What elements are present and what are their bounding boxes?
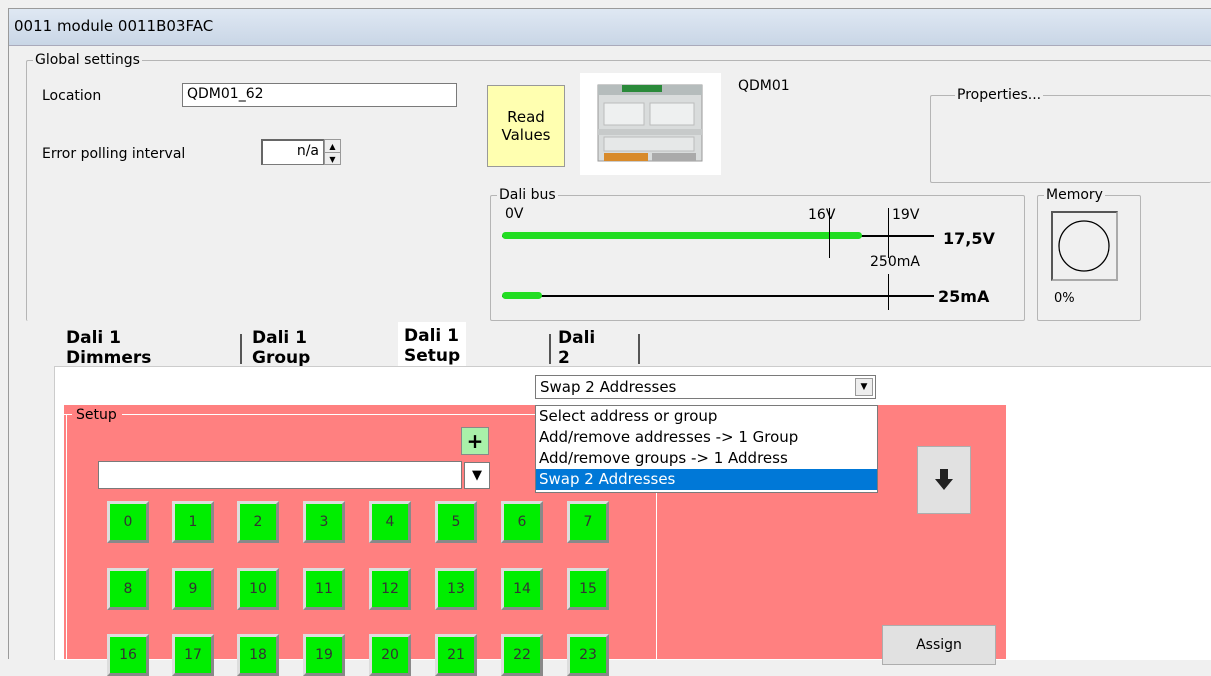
address-button-10[interactable]: 10 [237,568,279,610]
address-button-17[interactable]: 17 [172,634,214,676]
tab-dali2[interactable]: Dali 2 [552,328,601,368]
memory-percent: 0% [1054,291,1075,306]
read-values-line2: Values [501,126,551,144]
option-select-address-group[interactable]: Select address or group [536,406,877,427]
current-readout: 25mA [938,287,990,306]
read-values-line1: Read [507,108,545,126]
tab-dali1-group[interactable]: Dali 1 Group [246,328,316,368]
plus-icon: + [466,429,484,453]
address-button-2[interactable]: 2 [237,501,279,543]
address-button-20[interactable]: 20 [369,634,411,676]
chevron-down-icon[interactable]: ▼ [855,378,873,396]
properties-group: Properties... [930,88,1211,183]
dali-bus-19v-label: 19V [892,207,920,223]
dali-bus-0v-label: 0V [505,206,524,222]
setup-mode-dropdown-list: Select address or group Add/remove addre… [535,405,878,493]
setup-mode-select[interactable]: Swap 2 Addresses ▼ [535,375,876,399]
error-polling-label: Error polling interval [42,146,186,162]
dali-bus-250ma-label: 250mA [870,254,920,270]
dali-bus-legend: Dali bus [499,187,556,203]
current-level-bar [502,292,542,299]
address-button-9[interactable]: 9 [172,568,214,610]
add-button[interactable]: + [461,427,489,455]
voltage-19v-tick [888,208,889,258]
location-input[interactable]: QDM01_62 [182,83,457,107]
address-button-4[interactable]: 4 [369,501,411,543]
address-dropdown-button[interactable]: ▼ [464,462,490,489]
address-button-1[interactable]: 1 [172,501,214,543]
window-border-left [8,8,9,659]
current-scale-line [502,295,934,297]
memory-legend: Memory [1046,187,1103,203]
memory-circle-icon [1058,220,1110,272]
device-name: QDM01 [738,78,790,94]
error-polling-input[interactable]: n/a [261,139,324,165]
read-values-button[interactable]: Read Values [487,85,565,167]
setup-legend: Setup [76,407,117,423]
download-button[interactable] [917,446,971,514]
address-button-14[interactable]: 14 [501,568,543,610]
address-button-18[interactable]: 18 [237,634,279,676]
address-button-3[interactable]: 3 [303,501,345,543]
error-polling-spinner[interactable]: ▲ ▼ [324,139,341,165]
address-button-21[interactable]: 21 [435,634,477,676]
address-button-8[interactable]: 8 [107,568,149,610]
device-image [580,73,721,175]
tab-dali1-setup[interactable]: Dali 1 Setup [398,322,467,370]
tab-dali1-dimmers[interactable]: Dali 1 Dimmers [60,328,157,368]
tab-separator [240,334,242,364]
address-button-0[interactable]: 0 [107,501,149,543]
tab-separator [549,334,551,364]
address-button-23[interactable]: 23 [567,634,609,676]
address-button-15[interactable]: 15 [567,568,609,610]
address-button-12[interactable]: 12 [369,568,411,610]
address-button-19[interactable]: 19 [303,634,345,676]
current-250ma-tick [888,274,889,310]
assign-button[interactable]: Assign [882,625,996,665]
address-button-11[interactable]: 11 [303,568,345,610]
voltage-16v-tick [829,208,830,258]
voltage-readout: 17,5V [943,229,995,248]
chevron-down-icon: ▼ [472,468,482,483]
address-input[interactable] [98,461,462,489]
address-button-7[interactable]: 7 [567,501,609,543]
address-button-5[interactable]: 5 [435,501,477,543]
address-button-13[interactable]: 13 [435,568,477,610]
address-button-22[interactable]: 22 [501,634,543,676]
option-add-remove-addresses[interactable]: Add/remove addresses -> 1 Group [536,427,877,448]
address-button-6[interactable]: 6 [501,501,543,543]
address-button-16[interactable]: 16 [107,634,149,676]
location-label: Location [42,88,102,104]
memory-gauge [1051,211,1118,281]
setup-mode-value: Swap 2 Addresses [540,378,677,396]
option-swap-2-addresses[interactable]: Swap 2 Addresses [536,469,877,490]
dali-module-icon [597,84,703,162]
voltage-level-bar [502,232,862,239]
global-settings-legend: Global settings [35,52,140,68]
tab-separator [638,334,640,364]
option-add-remove-groups[interactable]: Add/remove groups -> 1 Address [536,448,877,469]
arrow-down-icon [935,469,953,490]
dali-bus-16v-label: 16V [808,207,836,223]
spin-down-icon[interactable]: ▼ [325,153,340,165]
window-title: 0011 module 0011B03FAC [14,17,214,35]
spin-up-icon[interactable]: ▲ [325,140,340,153]
setup-border [66,414,67,659]
properties-legend: Properties... [957,87,1042,103]
